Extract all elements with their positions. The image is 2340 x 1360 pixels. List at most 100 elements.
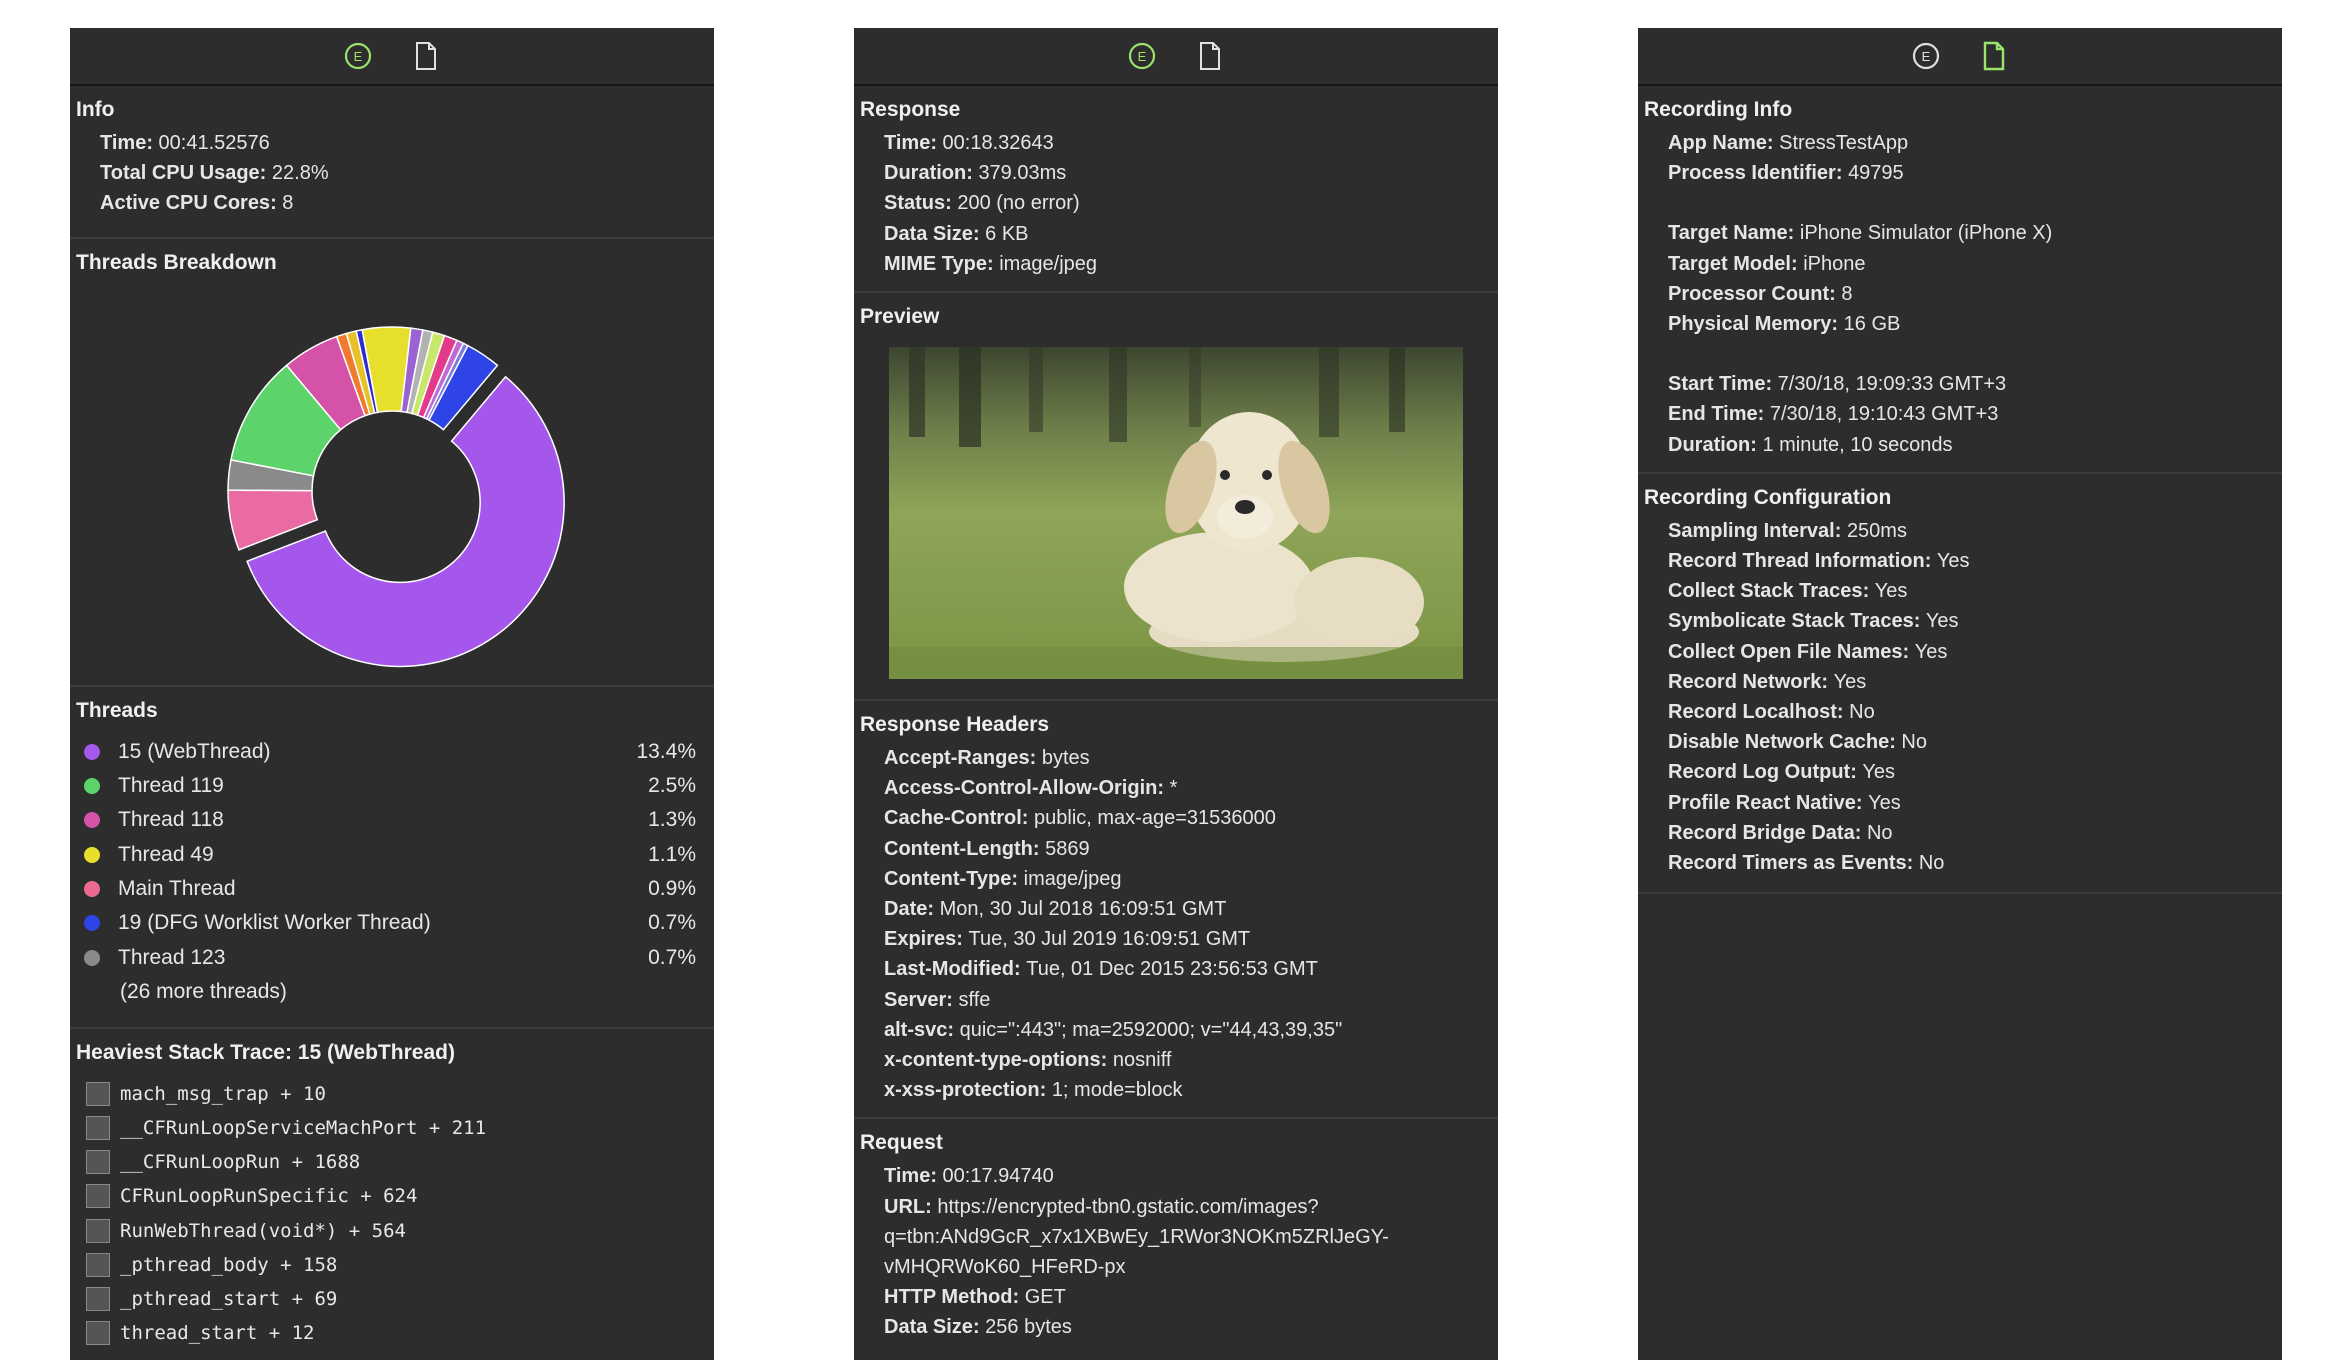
thread-row[interactable]: Main Thread 0.9% [70,872,714,906]
key-value-row: Cache-Controlpublic, max-age=31536000 [854,803,1498,833]
stack-frame-text: __CFRunLoopRun + 1688 [120,1151,361,1174]
svg-text:E: E [354,49,363,64]
more-threads-label[interactable]: (26 more threads) [70,975,714,1009]
gear-icon [86,1286,110,1311]
key-value-row: x-content-type-optionsnosniff [854,1045,1498,1075]
stack-frame-text: RunWebThread(void*) + 564 [120,1219,406,1242]
key-value-row: Serversffe [854,985,1498,1015]
key-value-row: Time00:18.32643 [854,128,1498,158]
response-section: Response Time00:18.32643Duration379.03ms… [854,86,1498,294]
thread-row[interactable]: Thread 49 1.1% [70,838,714,872]
key-value-row: alt-svcquic=":443"; ma=2592000; v="44,43… [854,1015,1498,1045]
value-text: No [1849,701,1875,724]
key-value-row: DateMon, 30 Jul 2018 16:09:51 GMT [854,894,1498,924]
document-icon[interactable] [411,41,441,71]
key-label: Disable Network Cache [1668,731,1901,753]
stack-frame-row[interactable]: _pthread_start + 69 [70,1282,714,1316]
key-label: Process Identifier [1668,162,1848,184]
value-text: 49795 [1848,162,1904,185]
key-value-row: Data Size6 KB [854,219,1498,249]
stack-frame-row[interactable]: CFRunLoopRunSpecific + 624 [70,1179,714,1213]
key-value-row: Disable Network CacheNo [1638,727,2282,757]
stack-trace-section: Heaviest Stack Trace: 15 (WebThread) mac… [70,1029,714,1360]
e-circle-icon[interactable]: E [343,41,373,71]
network-inspector-panel: E Response Time00:18.32643Duration379.03… [854,28,1498,1360]
key-value-row: Accept-Rangesbytes [854,743,1498,773]
stack-frame-row[interactable]: __CFRunLoopRun + 1688 [70,1145,714,1179]
recording-info-section: Recording Info App NameStressTestApp Proc… [1638,86,2282,474]
key-value-row: Symbolicate Stack TracesYes [1638,606,2282,636]
value-text: No [1866,821,1893,844]
value-text: nosniff [1112,1049,1172,1072]
key-value-row: Record Log OutputYes [1638,757,2282,787]
key-label: Server [884,989,959,1011]
stack-frame-row[interactable]: __CFRunLoopServiceMachPort + 211 [70,1111,714,1145]
key-value-row: x-xss-protection1; mode=block [854,1075,1498,1105]
key-label: Duration [1668,434,1762,456]
value-text: Yes [1936,550,1970,573]
value-text: public, max-age=31536000 [1034,807,1276,830]
value-text: 7/30/18, 19:09:33 GMT+3 [1777,373,2007,396]
value-text: quic=":443"; ma=2592000; v="44,43,39,35" [959,1018,1343,1041]
key-value-row: App NameStressTestApp [1638,128,2282,158]
thread-row[interactable]: 19 (DFG Worklist Worker Thread) 0.7% [70,906,714,940]
e-circle-icon[interactable]: E [1911,41,1941,71]
key-value-row: Content-Typeimage/jpeg [854,864,1498,894]
value-text: 1; mode=block [1051,1079,1183,1102]
thread-row[interactable]: 15 (WebThread) 13.4% [70,735,714,769]
gear-icon [86,1252,110,1277]
function-list-icon [86,1150,110,1175]
section-title: Threads Breakdown [76,250,277,274]
key-value-row: Total CPU Usage22.8% [70,158,714,188]
stack-frame-text: CFRunLoopRunSpecific + 624 [120,1185,418,1208]
key-label: alt-svc [884,1019,960,1041]
thread-color-dot [84,743,100,760]
threads-section: Threads 15 (WebThread) 13.4% Thread 119 2.5… [70,687,714,1029]
key-value-row: Sampling Interval250ms [1638,516,2282,546]
key-label: Target Name [1668,222,1800,244]
value-text: 200 (no error) [957,192,1080,215]
stack-frame-row[interactable]: RunWebThread(void*) + 564 [70,1213,714,1247]
key-label: Expires [884,928,968,950]
thread-name: Main Thread [118,876,236,900]
thread-color-dot [84,880,100,897]
key-value-row: Collect Stack TracesYes [1638,576,2282,606]
stack-frame-text: mach_msg_trap + 10 [120,1082,326,1105]
value-text: 7/30/18, 19:10:43 GMT+3 [1769,403,1999,426]
stack-frame-row[interactable]: thread_start + 12 [70,1316,714,1350]
key-label: Accept-Ranges [884,747,1042,769]
section-title: Recording Info [1644,98,1793,121]
response-headers-section: Response Headers Accept-RangesbytesAcces… [854,701,1498,1120]
key-value-row: Record LocalhostNo [1638,697,2282,727]
thread-name: 15 (WebThread) [118,739,271,763]
thread-color-dot [84,949,100,966]
key-label: Content-Length [884,838,1045,860]
section-title: Request [860,1131,943,1155]
key-value-row: Record Timers as EventsNo [1638,848,2282,878]
key-label: Content-Type [884,868,1024,890]
gear-icon [86,1321,110,1346]
value-text: StressTestApp [1779,132,1909,154]
key-label: x-xss-protection [884,1079,1052,1101]
key-label: Total CPU Usage [100,162,272,184]
request-url-line2: q=tbn:ANd9GcR_x7x1XBwEy_1RWor3NOKm5ZRlJe… [884,1225,1389,1248]
stack-frame-row[interactable]: mach_msg_trap + 10 [70,1077,714,1111]
thread-row[interactable]: Thread 119 2.5% [70,769,714,803]
cpu-inspector-panel: E Info Time00:41.52576Total CPU Usage22.… [70,28,714,1360]
thread-row[interactable]: Thread 118 1.3% [70,803,714,837]
document-icon[interactable] [1979,41,2009,71]
key-label: Data Size [884,223,985,245]
thread-color-dot [84,778,100,795]
key-value-row: Record Thread InformationYes [1638,546,2282,576]
section-title: Threads [76,698,158,722]
stack-frame-row[interactable]: _pthread_body + 158 [70,1248,714,1282]
document-icon[interactable] [1195,41,1225,71]
section-title: Response Headers [860,713,1050,737]
key-value-row: Last-ModifiedTue, 01 Dec 2015 23:56:53 G… [854,954,1498,984]
thread-row[interactable]: Thread 123 0.7% [70,940,714,974]
key-value-row: Start Time7/30/18, 19:09:33 GMT+3 [1638,369,2282,399]
value-text: 22.8% [271,162,329,185]
e-circle-icon[interactable]: E [1127,41,1157,71]
key-value-row: Record NetworkYes [1638,667,2282,697]
value-text: Tue, 01 Dec 2015 23:56:53 GMT [1026,958,1318,981]
